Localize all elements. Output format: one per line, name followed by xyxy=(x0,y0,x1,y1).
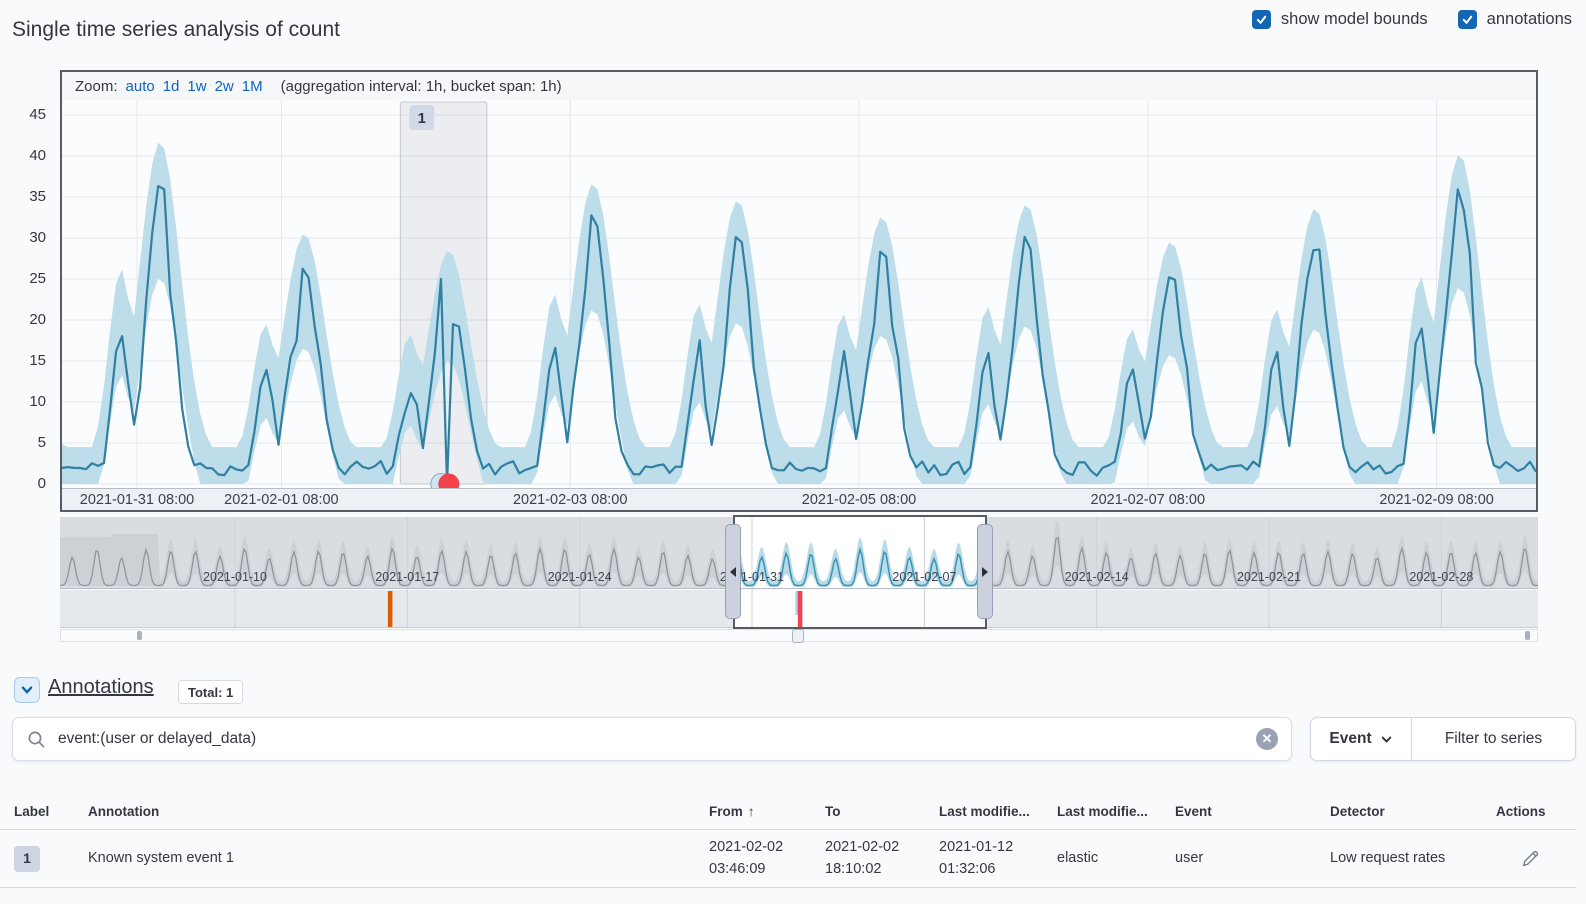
y-axis-label: 5 xyxy=(0,434,46,451)
zoom-option-1M[interactable]: 1M xyxy=(242,78,263,95)
annotation-brush-track[interactable] xyxy=(60,629,1538,642)
zoom-option-auto[interactable]: auto xyxy=(126,78,155,95)
y-axis-label: 45 xyxy=(0,106,46,123)
table-body: 1 Known system event 12021-02-02 03:46:09… xyxy=(0,830,1576,888)
cell: Known system event 1 xyxy=(88,848,709,869)
svg-text:2021-01-17: 2021-01-17 xyxy=(375,570,439,584)
column-header-from[interactable]: From↑ xyxy=(709,802,825,822)
brush-handle-right[interactable] xyxy=(1525,631,1530,640)
context-selection-left-handle[interactable] xyxy=(725,524,741,619)
cell: 2021-02-02 03:46:09 xyxy=(709,837,825,879)
svg-text:1: 1 xyxy=(418,110,426,127)
x-axis-label: 2021-02-09 08:00 xyxy=(1379,492,1494,508)
x-axis-label: 2021-02-07 08:00 xyxy=(1091,492,1206,508)
y-axis-label: 20 xyxy=(0,311,46,328)
zoom-option-2w[interactable]: 2w xyxy=(215,78,234,95)
x-axis-label: 2021-01-31 08:00 xyxy=(80,492,195,508)
cell: 2021-01-12 01:32:06 xyxy=(939,837,1057,879)
event-dropdown-label: Event xyxy=(1329,730,1371,748)
aggregation-note: (aggregation interval: 1h, bucket span: … xyxy=(281,78,562,95)
cell: 2021-02-02 18:10:02 xyxy=(825,837,939,879)
column-header-event[interactable]: Event xyxy=(1175,802,1330,822)
y-axis-label: 35 xyxy=(0,188,46,205)
y-axis-label: 30 xyxy=(0,229,46,246)
x-axis-label: 2021-02-05 08:00 xyxy=(802,492,917,508)
brush-handle-left[interactable] xyxy=(137,631,142,640)
context-selection[interactable] xyxy=(733,515,987,629)
y-axis-label: 40 xyxy=(0,147,46,164)
y-axis-label: 15 xyxy=(0,352,46,369)
annotations-title: Annotations xyxy=(48,676,154,699)
event-dropdown-button[interactable]: Event xyxy=(1311,718,1412,760)
annotation-label-badge: 1 xyxy=(14,846,40,872)
right-arrow-icon xyxy=(982,567,988,577)
column-header-to[interactable]: To xyxy=(825,802,939,822)
checkbox-item: show model bounds xyxy=(1252,10,1428,29)
left-arrow-icon xyxy=(730,567,736,577)
checkbox-label: show model bounds xyxy=(1281,10,1428,29)
annotations-table: LabelAnnotationFrom↑ToLast modifie...Las… xyxy=(0,794,1576,888)
chart-zoom-toolbar: Zoom: auto 1d 1w 2w 1M (aggregation interval… xyxy=(62,72,1536,100)
filter-to-series-button[interactable]: Filter to series xyxy=(1412,718,1575,760)
annotations-search: ✕ xyxy=(12,717,1292,761)
page-title: Single time series analysis of count xyxy=(12,18,340,42)
pencil-icon xyxy=(1521,849,1540,868)
annotations-collapse-button[interactable] xyxy=(14,677,40,703)
x-axis-label: 2021-02-03 08:00 xyxy=(513,492,628,508)
checkbox-show-model-bounds[interactable] xyxy=(1252,10,1271,29)
cell: elastic xyxy=(1057,848,1175,869)
chevron-down-icon xyxy=(1380,733,1393,746)
chart-options: show model bounds annotations xyxy=(1252,10,1572,29)
zoom-option-1w[interactable]: 1w xyxy=(187,78,206,95)
annotations-total-badge: Total: 1 xyxy=(178,680,243,704)
column-header-detector[interactable]: Detector xyxy=(1330,802,1496,822)
cell: user xyxy=(1175,848,1330,869)
cell: Low request rates xyxy=(1330,848,1496,869)
timeseries-chart[interactable]: 1 xyxy=(62,100,1536,488)
annotations-filter-buttons: Event Filter to series xyxy=(1310,717,1576,761)
zoom-options: auto 1d 1w 2w 1M xyxy=(126,78,271,95)
edit-annotation-button[interactable] xyxy=(1518,847,1542,871)
checkbox-item: annotations xyxy=(1458,10,1572,29)
timeseries-chart-panel: Zoom: auto 1d 1w 2w 1M (aggregation interval… xyxy=(60,70,1538,512)
brush-handle-mid[interactable] xyxy=(792,629,804,643)
checkbox-label: annotations xyxy=(1487,10,1572,29)
chevron-down-icon xyxy=(20,683,34,697)
y-axis-label: 25 xyxy=(0,270,46,287)
svg-text:2021-01-10: 2021-01-10 xyxy=(203,570,267,584)
clear-search-icon[interactable]: ✕ xyxy=(1256,728,1278,750)
context-selection-right-handle[interactable] xyxy=(977,524,993,619)
y-axis-label: 10 xyxy=(0,393,46,410)
column-header-label[interactable]: Label xyxy=(14,802,88,822)
svg-text:2021-01-24: 2021-01-24 xyxy=(548,570,612,584)
svg-text:2021-02-28: 2021-02-28 xyxy=(1409,570,1473,584)
label-cell: 1 xyxy=(14,846,88,872)
column-header-actions[interactable]: Actions xyxy=(1496,802,1580,822)
table-row: 1 Known system event 12021-02-02 03:46:09… xyxy=(0,830,1576,888)
y-axis: 454035302520151050 xyxy=(0,100,52,488)
svg-text:2021-02-21: 2021-02-21 xyxy=(1237,570,1301,584)
zoom-option-1d[interactable]: 1d xyxy=(163,78,180,95)
column-header-last-modifie-[interactable]: Last modifie... xyxy=(1057,802,1175,822)
column-header-last-modifie-[interactable]: Last modifie... xyxy=(939,802,1057,822)
zoom-label: Zoom: xyxy=(75,78,118,95)
search-input[interactable] xyxy=(58,730,1256,748)
sort-ascending-icon: ↑ xyxy=(748,804,755,819)
y-axis-label: 0 xyxy=(0,475,46,492)
svg-text:2021-02-14: 2021-02-14 xyxy=(1065,570,1129,584)
search-icon xyxy=(27,730,46,749)
x-axis: 2021-01-31 08:00 2021-02-01 08:00 2021-02-… xyxy=(62,488,1536,510)
checkbox-annotations[interactable] xyxy=(1458,10,1477,29)
table-header: LabelAnnotationFrom↑ToLast modifie...Las… xyxy=(0,794,1576,830)
x-axis-label: 2021-02-01 08:00 xyxy=(224,492,339,508)
actions-cell xyxy=(1496,847,1576,871)
column-header-annotation[interactable]: Annotation xyxy=(88,802,709,822)
